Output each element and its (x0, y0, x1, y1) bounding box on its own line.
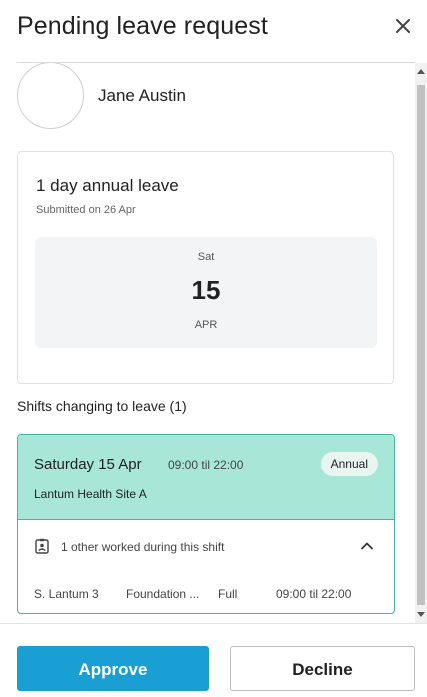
shifts-heading: Shifts changing to leave (1) (17, 398, 187, 414)
shift-site: Lantum Health Site A (34, 487, 147, 501)
dialog-title: Pending leave request (17, 12, 268, 40)
leave-submitted-date: Submitted on 26 Apr (36, 204, 136, 216)
scrollbar-thumb[interactable] (417, 85, 425, 605)
dialog-scroll-area[interactable]: Jane Austin 1 day annual leave Submitted… (0, 63, 427, 623)
leave-date-box: Sat 15 APR (35, 237, 377, 348)
scroll-up-arrow-icon[interactable] (417, 69, 425, 74)
employee-profile: Jane Austin (17, 63, 186, 129)
worker-time: 09:00 til 22:00 (276, 587, 352, 601)
worker-role: Foundation ... (126, 587, 200, 601)
other-workers-toggle[interactable]: 1 other worked during this shift (18, 521, 394, 573)
approve-button[interactable]: Approve (17, 646, 209, 691)
shift-time: 09:00 til 22:00 (168, 458, 244, 472)
dialog-header: Pending leave request (0, 0, 427, 63)
close-icon[interactable] (391, 12, 415, 40)
employee-name: Jane Austin (98, 86, 186, 105)
worker-type: Full (218, 587, 238, 601)
decline-button[interactable]: Decline (230, 646, 415, 691)
leave-summary-card: 1 day annual leave Submitted on 26 Apr S… (17, 151, 394, 384)
avatar (17, 63, 84, 129)
id-badge-icon (35, 538, 49, 554)
shift-summary: Saturday 15 Apr 09:00 til 22:00 Annual L… (18, 435, 394, 520)
shift-card: Saturday 15 Apr 09:00 til 22:00 Annual L… (17, 434, 395, 614)
chevron-up-icon[interactable] (360, 539, 374, 553)
leave-title: 1 day annual leave (36, 176, 179, 195)
vertical-scrollbar[interactable] (415, 63, 427, 623)
other-workers-text: 1 other worked during this shift (61, 540, 225, 554)
leave-weekday: Sat (197, 251, 215, 263)
shift-date: Saturday 15 Apr (34, 456, 142, 473)
dialog-footer: Approve Decline (0, 623, 427, 697)
worker-name: S. Lantum 3 (34, 587, 99, 601)
leave-type-badge: Annual (320, 452, 378, 476)
leave-month: APR (194, 319, 218, 331)
leave-day: 15 (191, 275, 221, 305)
scroll-down-arrow-icon[interactable] (417, 612, 425, 617)
worker-row: S. Lantum 3 Foundation ... Full 09:00 ti… (18, 573, 394, 613)
